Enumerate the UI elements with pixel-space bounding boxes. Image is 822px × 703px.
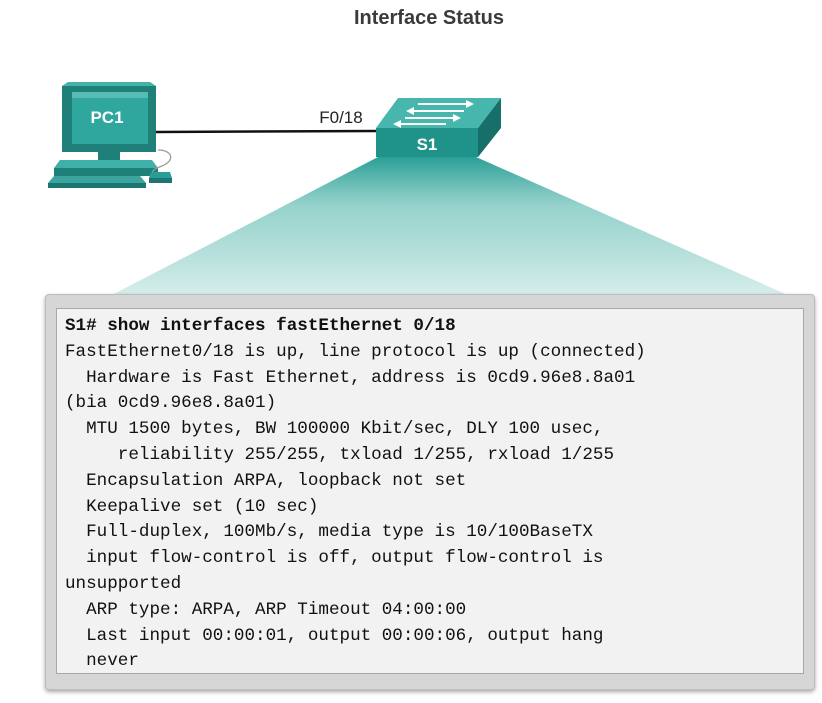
output-line: Keepalive set (10 sec) [65, 496, 319, 517]
command-line: S1# show interfaces fastEthernet 0/18 [65, 314, 803, 340]
switch-label: S1 [417, 135, 438, 154]
output-line: input flow-control is off, output flow-c… [65, 548, 604, 569]
cli-command: show interfaces fastEthernet 0/18 [107, 316, 456, 336]
output-line: Hardware is Fast Ethernet, address is 0c… [65, 367, 636, 388]
output-line: never [65, 651, 139, 672]
cli-prompt: S1# [65, 316, 108, 336]
ethernet-link [155, 129, 377, 134]
output-line: FastEthernet0/18 is up, line protocol is… [65, 341, 646, 362]
zoom-wedge [110, 157, 790, 296]
output-line: Full-duplex, 100Mb/s, media type is 10/1… [65, 522, 593, 543]
output-line: Encapsulation ARPA, loopback not set [65, 470, 467, 491]
link-label: F0/18 [319, 108, 362, 127]
output-line: unsupported [65, 573, 182, 594]
cli-output-panel: S1# show interfaces fastEthernet 0/18 Fa… [56, 308, 804, 674]
switch-icon [376, 98, 501, 157]
output-line: ARP type: ARPA, ARP Timeout 04:00:00 [65, 599, 467, 620]
output-line: MTU 1500 bytes, BW 100000 Kbit/sec, DLY … [65, 419, 604, 440]
output-line: reliability 255/255, txload 1/255, rxloa… [65, 444, 615, 465]
pc-icon [48, 82, 172, 188]
pc-label: PC1 [90, 108, 123, 127]
output-line: (bia 0cd9.96e8.8a01) [65, 393, 277, 414]
output-line: Last input 00:00:01, output 00:00:06, ou… [65, 625, 604, 646]
